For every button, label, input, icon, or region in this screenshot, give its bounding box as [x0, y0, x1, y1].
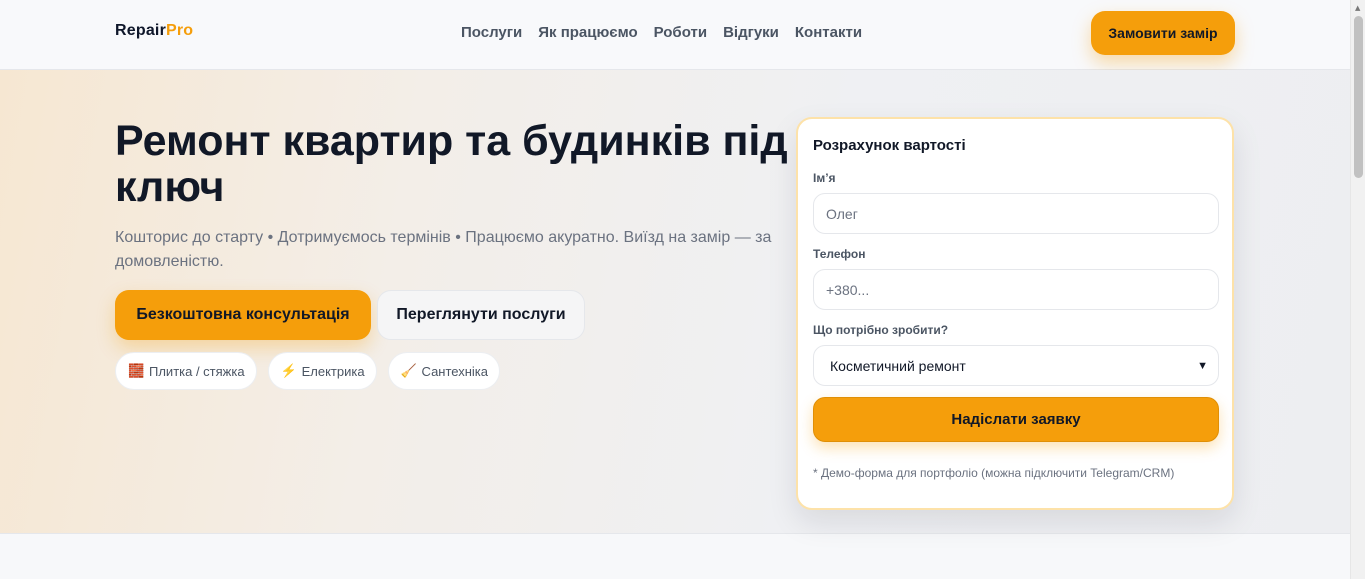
form-note: * Демо-форма для портфоліо (можна підклю… — [813, 466, 1175, 480]
chip-label: Сантехніка — [421, 363, 489, 379]
nav-link-contacts[interactable]: Контакти — [795, 24, 862, 41]
broom-icon: 🧹 — [400, 363, 417, 378]
site-header: RepairPro Послуги Як працюємо Роботи Від… — [0, 0, 1350, 70]
nav-link-works[interactable]: Роботи — [654, 24, 707, 41]
scroll-up-arrow-icon[interactable]: ▲ — [1355, 4, 1360, 12]
form-title: Розрахунок вартості — [813, 137, 966, 154]
nav-link-how-we-work[interactable]: Як працюємо — [538, 24, 637, 41]
order-measurement-button[interactable]: Замовити замір — [1091, 11, 1235, 55]
chip-label: Плитка / стяжка — [149, 363, 245, 379]
hero-subtitle: Кошторис до старту • Дотримуємось термін… — [115, 229, 772, 270]
task-label: Що потрібно зробити? — [813, 323, 949, 337]
chip-electrics: ⚡ Електрика — [267, 352, 377, 390]
main-nav: Послуги Як працюємо Роботи Відгуки Конта… — [461, 24, 862, 41]
scrollbar-thumb[interactable] — [1354, 16, 1363, 178]
name-label: Ім’я — [813, 171, 836, 185]
page-scrollbar[interactable]: ▲ — [1350, 0, 1365, 579]
logo[interactable]: RepairPro — [115, 22, 193, 40]
hero-title: Ремонт квартир та будинків під ключ — [115, 117, 788, 211]
view-services-button[interactable]: Переглянути послуги — [377, 290, 585, 340]
phone-label: Телефон — [813, 247, 866, 261]
service-chips: 🧱 Плитка / стяжка ⚡ Електрика 🧹 Сантехні… — [115, 352, 501, 390]
nav-link-reviews[interactable]: Відгуки — [723, 24, 779, 41]
lightning-icon: ⚡ — [280, 363, 297, 378]
phone-input[interactable] — [813, 269, 1219, 310]
brick-icon: 🧱 — [128, 363, 145, 378]
task-select[interactable]: Косметичний ремонт ▼ — [813, 345, 1219, 386]
chip-tiles: 🧱 Плитка / стяжка — [115, 352, 257, 390]
nav-link-services[interactable]: Послуги — [461, 24, 522, 41]
chip-plumbing: 🧹 Сантехніка — [387, 352, 501, 390]
free-consultation-button[interactable]: Безкоштовна консультація — [115, 290, 371, 340]
estimate-form-card: Розрахунок вартості Ім’я Телефон Що потр… — [796, 117, 1234, 510]
logo-accent: Pro — [166, 22, 194, 39]
task-select-value: Косметичний ремонт — [830, 357, 966, 374]
name-input[interactable] — [813, 193, 1219, 234]
chip-label: Електрика — [301, 363, 365, 379]
chevron-down-icon: ▼ — [1197, 359, 1208, 372]
submit-request-button[interactable]: Надіслати заявку — [813, 397, 1219, 442]
logo-main: Repair — [115, 22, 166, 39]
